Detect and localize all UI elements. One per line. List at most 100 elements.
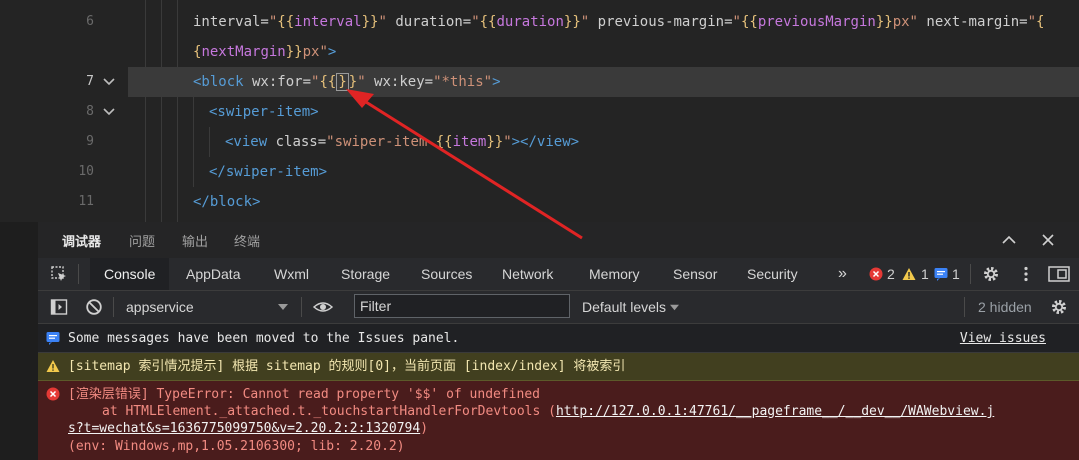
line-number: 7	[86, 74, 94, 89]
error-env-text: (env: Windows,mp,1.05.2106300; lib: 2.20…	[68, 439, 405, 454]
close-icon[interactable]	[1040, 232, 1056, 248]
code-token: "	[1027, 14, 1036, 30]
code-token: "	[503, 134, 512, 150]
text-cursor-selection: }	[336, 73, 349, 91]
code-token: {{	[740, 14, 758, 30]
separator	[301, 297, 302, 317]
code-text: interval="{{interval}}" duration="{{dura…	[193, 7, 1044, 37]
dock-side-icon[interactable]	[1048, 265, 1070, 283]
code-token: duration	[496, 14, 564, 30]
hidden-count: 2 hidden	[978, 299, 1032, 315]
code-text: <block wx:for="{{}}" wx:key="*this">	[193, 67, 501, 97]
gear-icon[interactable]	[982, 265, 1000, 283]
separator	[113, 297, 114, 317]
code-line[interactable]: 8 <swiper-item>	[0, 97, 1079, 127]
error-count[interactable]: 2	[887, 266, 895, 282]
code-token: previousMargin	[757, 14, 876, 30]
console-message-info: Some messages have been moved to the Iss…	[38, 325, 1079, 353]
clear-console-icon[interactable]	[85, 298, 103, 316]
tab-issues[interactable]: 问题	[129, 231, 155, 250]
code-token: "	[357, 74, 366, 90]
gear-icon[interactable]	[1050, 298, 1068, 316]
tab-network[interactable]: Network	[500, 258, 555, 290]
code-token: interval	[294, 14, 362, 30]
caret-down-icon[interactable]	[278, 302, 288, 312]
info-message-text: Some messages have been moved to the Iss…	[68, 331, 460, 346]
code-text: {nextMargin}}px">	[193, 37, 336, 67]
error-icon	[46, 387, 60, 401]
code-token: wx:key=	[365, 74, 434, 90]
inspect-element-icon[interactable]	[50, 265, 68, 283]
code-token: ></view>	[511, 134, 580, 150]
fold-chevron-icon[interactable]	[101, 104, 117, 120]
code-token: <swiper-item>	[209, 104, 319, 120]
chevron-up-icon[interactable]	[1001, 232, 1017, 248]
source-link[interactable]: s?t=wechat&s=1636775099750&v=2.20.2:2:13…	[68, 421, 420, 436]
separator	[78, 264, 79, 284]
code-token: }}	[285, 44, 303, 60]
separator	[964, 297, 965, 317]
code-line[interactable]: 10 </swiper-item>	[0, 157, 1079, 187]
log-levels-select[interactable]: Default levels	[582, 291, 679, 323]
code-token: "swiper-item	[326, 134, 436, 150]
code-token: "	[732, 14, 741, 30]
code-token: interval=	[193, 14, 269, 30]
separator	[970, 264, 971, 284]
code-token: "	[378, 14, 387, 30]
devtools-topbar: 调试器 问题 输出 终端	[38, 222, 1079, 259]
eye-icon[interactable]	[313, 298, 333, 316]
line-number: 6	[86, 14, 94, 29]
code-token: <block	[193, 74, 244, 90]
sidebar-toggle-icon[interactable]	[50, 298, 68, 316]
warning-icon	[46, 360, 60, 372]
view-issues-link[interactable]: View issues	[960, 328, 1046, 349]
code-line[interactable]: 9 <view class="swiper-item {{item}}"></vi…	[0, 127, 1079, 157]
code-text: </swiper-item>	[209, 157, 327, 187]
tab-debugger[interactable]: 调试器	[62, 231, 101, 250]
log-levels-label: Default levels	[582, 299, 667, 315]
more-tabs-button[interactable]: »	[836, 258, 849, 290]
tab-wxml[interactable]: Wxml	[272, 258, 311, 290]
error-icon	[869, 267, 883, 281]
code-token: "	[471, 14, 480, 30]
code-token: {{	[479, 14, 497, 30]
tab-appdata[interactable]: AppData	[184, 258, 242, 290]
context-select[interactable]: appservice	[126, 291, 194, 323]
code-token: next-margin=	[917, 14, 1028, 30]
code-line[interactable]: {nextMargin}}px">	[0, 37, 1079, 67]
warning-count[interactable]: 1	[921, 266, 929, 282]
tab-sources[interactable]: Sources	[419, 258, 474, 290]
code-text: <view class="swiper-item {{item}}"></vie…	[225, 127, 579, 157]
code-token: "*this"	[433, 74, 493, 90]
line-number: 8	[86, 104, 94, 119]
devtools-panel: 调试器 问题 输出 终端 Console AppData Wxml Storag…	[38, 222, 1079, 460]
code-editor[interactable]: 6 interval="{{interval}}" duration="{{dur…	[0, 0, 1079, 222]
code-token: }}	[486, 134, 504, 150]
tab-terminal[interactable]: 终端	[234, 231, 260, 250]
code-line[interactable]: 7 <block wx:for="{{}}" wx:key="*this">	[0, 67, 1079, 97]
line-number: 10	[78, 164, 94, 179]
line-number: 11	[78, 194, 94, 209]
tab-sensor[interactable]: Sensor	[671, 258, 719, 290]
tab-memory[interactable]: Memory	[587, 258, 642, 290]
more-options-icon[interactable]	[1017, 265, 1035, 283]
code-line[interactable]: 11 </block>	[0, 187, 1079, 217]
warning-icon	[902, 268, 916, 280]
caret-down-icon	[669, 304, 679, 311]
code-token: px"	[302, 44, 328, 60]
tab-output[interactable]: 输出	[182, 231, 208, 250]
code-token: }}	[875, 14, 893, 30]
info-count[interactable]: 1	[952, 266, 960, 282]
tab-storage[interactable]: Storage	[339, 258, 392, 290]
code-token: >	[327, 44, 337, 60]
code-token: {{	[277, 14, 295, 30]
code-line[interactable]: 6 interval="{{interval}}" duration="{{dur…	[0, 7, 1079, 37]
tab-security[interactable]: Security	[745, 258, 800, 290]
code-token: class=	[267, 134, 327, 150]
code-token: >	[492, 74, 501, 90]
tab-console[interactable]: Console	[90, 258, 170, 290]
fold-chevron-icon[interactable]	[101, 74, 117, 90]
source-link[interactable]: http://127.0.0.1:47761/__pageframe__/__d…	[556, 404, 994, 419]
filter-input[interactable]	[354, 294, 570, 318]
code-token: item	[452, 134, 487, 150]
